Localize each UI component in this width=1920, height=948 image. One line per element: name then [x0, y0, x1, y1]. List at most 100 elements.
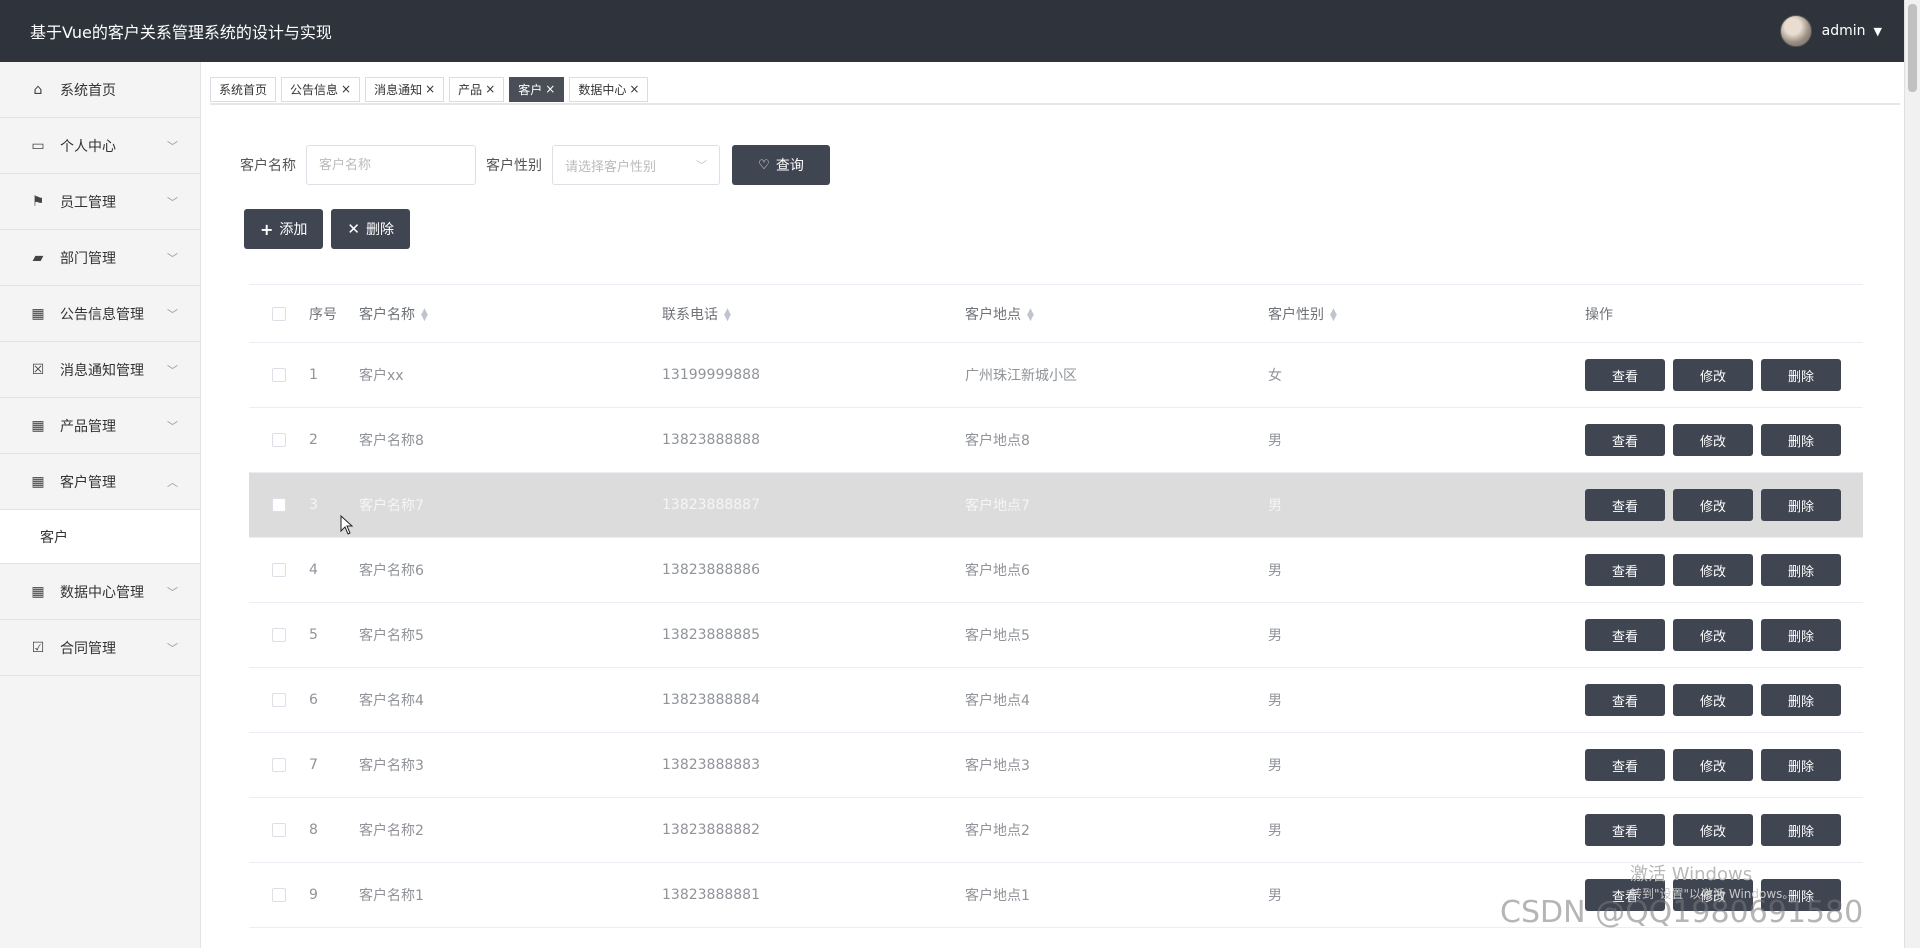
sidebar-item-5[interactable]: ☒ 消息通知管理 ﹀ [0, 342, 200, 398]
cell-no: 7 [309, 757, 318, 773]
view-button[interactable]: 查看 [1585, 684, 1665, 716]
cell-gender: 男 [1268, 823, 1282, 839]
tab-5[interactable]: 数据中心 × [569, 76, 649, 102]
chevron-down-icon: ﹀ [167, 363, 178, 377]
table-row[interactable]: 2 客户名称8 13823888888 客户地点8 男 查看 修改 删除 [249, 408, 1863, 473]
close-icon[interactable]: × [425, 82, 435, 96]
query-button[interactable]: ♡ 查询 [732, 145, 830, 185]
row-checkbox[interactable] [272, 368, 286, 382]
row-delete-button[interactable]: 删除 [1761, 749, 1841, 781]
row-delete-button[interactable]: 删除 [1761, 814, 1841, 846]
edit-button[interactable]: 修改 [1673, 489, 1753, 521]
sidebar-item-3[interactable]: ▰ 部门管理 ﹀ [0, 230, 200, 286]
col-header-gender[interactable]: 客户性别 ▲ ▼ [1268, 304, 1571, 324]
edit-button[interactable]: 修改 [1673, 554, 1753, 586]
caret-down-icon[interactable]: ▼ [1874, 25, 1882, 38]
table-row[interactable]: 5 客户名称5 13823888885 客户地点5 男 查看 修改 删除 [249, 603, 1863, 668]
sidebar-item-9[interactable]: ☑ 合同管理 ﹀ [0, 620, 200, 676]
tab-3[interactable]: 产品 × [449, 76, 505, 102]
sort-icon[interactable]: ▲ ▼ [421, 307, 428, 322]
row-delete-button[interactable]: 删除 [1761, 684, 1841, 716]
row-checkbox[interactable] [272, 433, 286, 447]
cell-gender: 男 [1268, 498, 1282, 514]
tab-0[interactable]: 系统首页 [210, 76, 277, 102]
view-button[interactable]: 查看 [1585, 359, 1665, 391]
cell-address: 客户地点6 [965, 563, 1030, 579]
name-search-input[interactable] [306, 145, 476, 185]
table-row[interactable]: 4 客户名称6 13823888886 客户地点6 男 查看 修改 删除 [249, 538, 1863, 603]
cell-phone: 13823888887 [662, 497, 760, 513]
gender-select[interactable]: 请选择客户性别 ﹀ [552, 145, 720, 185]
close-icon[interactable]: × [341, 82, 351, 96]
row-delete-button[interactable]: 删除 [1761, 554, 1841, 586]
scrollbar-thumb[interactable] [1908, 4, 1917, 92]
sidebar-item-8[interactable]: ▦ 数据中心管理 ﹀ [0, 564, 200, 620]
sidebar-item-6[interactable]: ▦ 产品管理 ﹀ [0, 398, 200, 454]
edit-button[interactable]: 修改 [1673, 684, 1753, 716]
table-row[interactable]: 1 客户xx 13199999888 广州珠江新城小区 女 查看 修改 删除 [249, 343, 1863, 408]
cell-phone: 13823888884 [662, 692, 760, 708]
row-delete-button[interactable]: 删除 [1761, 489, 1841, 521]
table-row[interactable]: 6 客户名称4 13823888884 客户地点4 男 查看 修改 删除 [249, 668, 1863, 733]
delete-button[interactable]: ✕ 删除 [331, 209, 410, 249]
tab-2[interactable]: 消息通知 × [365, 76, 445, 102]
sort-icon[interactable]: ▲ ▼ [724, 307, 731, 322]
close-icon[interactable]: × [545, 82, 555, 96]
select-all-checkbox[interactable] [272, 306, 286, 321]
row-checkbox[interactable] [272, 823, 286, 837]
sidebar-item-label: 部门管理 [60, 250, 116, 267]
avatar[interactable] [1779, 15, 1812, 47]
sidebar-item-1[interactable]: ▭ 个人中心 ﹀ [0, 118, 200, 174]
view-button[interactable]: 查看 [1585, 424, 1665, 456]
chevron-up-icon: ︿ [167, 475, 178, 489]
row-checkbox[interactable] [272, 628, 286, 642]
row-actions: 查看 修改 删除 [1585, 359, 1841, 391]
row-delete-button[interactable]: 删除 [1761, 359, 1841, 391]
sort-icon[interactable]: ▲ ▼ [1330, 307, 1337, 322]
edit-button[interactable]: 修改 [1673, 814, 1753, 846]
view-button[interactable]: 查看 [1585, 489, 1665, 521]
edit-button[interactable]: 修改 [1673, 749, 1753, 781]
view-button[interactable]: 查看 [1585, 814, 1665, 846]
edit-button[interactable]: 修改 [1673, 424, 1753, 456]
col-header-address[interactable]: 客户地点 ▲ ▼ [965, 304, 1268, 324]
col-header-name[interactable]: 客户名称 ▲ ▼ [359, 304, 662, 324]
tab-4[interactable]: 客户 × [509, 76, 565, 102]
view-button[interactable]: 查看 [1585, 749, 1665, 781]
sidebar-item-2[interactable]: ⚑ 员工管理 ﹀ [0, 174, 200, 230]
row-delete-button[interactable]: 删除 [1761, 619, 1841, 651]
sidebar-item-7[interactable]: ▦ 客户管理 ︿ [0, 454, 200, 510]
cell-no: 5 [309, 627, 318, 643]
table-row[interactable]: 7 客户名称3 13823888883 客户地点3 男 查看 修改 删除 [249, 733, 1863, 798]
cell-no: 2 [309, 432, 318, 448]
csdn-watermark: CSDN @QQ1980691580 [1500, 895, 1864, 930]
user-menu[interactable]: admin ▼ [1779, 15, 1882, 47]
row-delete-button[interactable]: 删除 [1761, 424, 1841, 456]
close-icon[interactable]: × [485, 82, 495, 96]
sidebar-subitem-customer[interactable]: 客户 [0, 510, 200, 564]
table-body: 1 客户xx 13199999888 广州珠江新城小区女查看 修改 删除 2 客户名称8 138… [249, 343, 1863, 928]
row-checkbox[interactable] [272, 758, 286, 772]
row-actions: 查看 修改 删除 [1585, 684, 1841, 716]
sidebar-item-4[interactable]: ▦ 公告信息管理 ﹀ [0, 286, 200, 342]
edit-button[interactable]: 修改 [1673, 359, 1753, 391]
cell-phone: 13823888886 [662, 562, 760, 578]
row-checkbox[interactable] [272, 498, 286, 512]
row-checkbox[interactable] [272, 563, 286, 577]
table-row[interactable]: 3 客户名称7 13823888887 客户地点7 男 查看 修改 删除 [249, 473, 1863, 538]
sort-icon[interactable]: ▲ ▼ [1027, 307, 1034, 322]
tab-1[interactable]: 公告信息 × [281, 76, 361, 102]
col-header-phone[interactable]: 联系电话 ▲ ▼ [662, 304, 965, 324]
page-scrollbar[interactable] [1904, 0, 1920, 948]
close-icon[interactable]: × [629, 82, 639, 96]
view-button[interactable]: 查看 [1585, 619, 1665, 651]
tab-label: 系统首页 [219, 82, 268, 97]
edit-button[interactable]: 修改 [1673, 619, 1753, 651]
view-button[interactable]: 查看 [1585, 554, 1665, 586]
username[interactable]: admin [1822, 23, 1866, 39]
row-checkbox[interactable] [272, 888, 286, 902]
table-row[interactable]: 8 客户名称2 13823888882 客户地点2 男 查看 修改 删除 [249, 798, 1863, 863]
row-checkbox[interactable] [272, 693, 286, 707]
sidebar-item-0[interactable]: ⌂ 系统首页 [0, 62, 200, 118]
add-button[interactable]: + 添加 [244, 209, 324, 249]
